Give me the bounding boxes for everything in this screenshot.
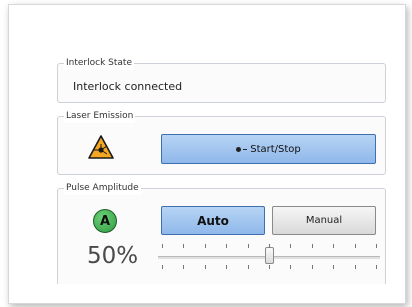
laser-beam-icon <box>243 148 248 150</box>
slider-tick <box>376 244 377 248</box>
manual-label: Manual <box>305 215 343 226</box>
slider-tick <box>333 244 335 248</box>
slider-tick <box>204 244 206 248</box>
laser-dot-icon <box>236 146 242 152</box>
slider-tick <box>354 265 356 269</box>
pulse-amplitude-title: Pulse Amplitude <box>64 181 141 195</box>
slider-tick <box>269 244 270 248</box>
slider-tick <box>290 244 292 248</box>
interlock-state-title: Interlock State <box>64 56 134 70</box>
slider-tick <box>204 265 206 269</box>
pulse-amplitude-group: Pulse Amplitude A Auto Manual 50% <box>57 181 386 284</box>
amplitude-percent-text: 50% <box>87 243 139 269</box>
manual-button[interactable]: Manual <box>272 206 376 235</box>
laser-emission-title: Laser Emission <box>64 109 136 123</box>
auto-label: Auto <box>197 213 229 228</box>
laser-emission-group: Laser Emission Start/Stop <box>57 109 386 175</box>
slider-tick <box>290 265 292 269</box>
slider-tick <box>376 265 377 269</box>
slider-tick <box>162 265 163 269</box>
slider-tick <box>247 265 249 269</box>
slider-tick <box>226 244 228 248</box>
slider-tick <box>311 265 313 269</box>
slider-tick <box>311 244 313 248</box>
slider-tick <box>333 265 335 269</box>
auto-button[interactable]: Auto <box>161 206 265 235</box>
interlock-status-text: Interlock connected <box>73 80 183 93</box>
slider-thumb[interactable] <box>264 247 274 264</box>
slider-tick <box>162 244 163 248</box>
amplitude-slider[interactable] <box>158 241 380 271</box>
slider-tick <box>354 244 356 248</box>
slider-tick <box>226 265 228 269</box>
laser-control-panel: Interlock State Interlock connected Lase… <box>8 4 406 304</box>
auto-mode-badge-icon: A <box>93 209 117 233</box>
slider-tick <box>183 265 185 269</box>
slider-tick <box>269 265 270 269</box>
laser-warning-icon <box>88 135 114 159</box>
start-stop-label: Start/Stop <box>250 143 301 155</box>
interlock-state-group: Interlock State Interlock connected <box>57 56 386 103</box>
slider-tick <box>183 244 185 248</box>
start-stop-button[interactable]: Start/Stop <box>161 134 376 164</box>
slider-tick <box>247 244 249 248</box>
